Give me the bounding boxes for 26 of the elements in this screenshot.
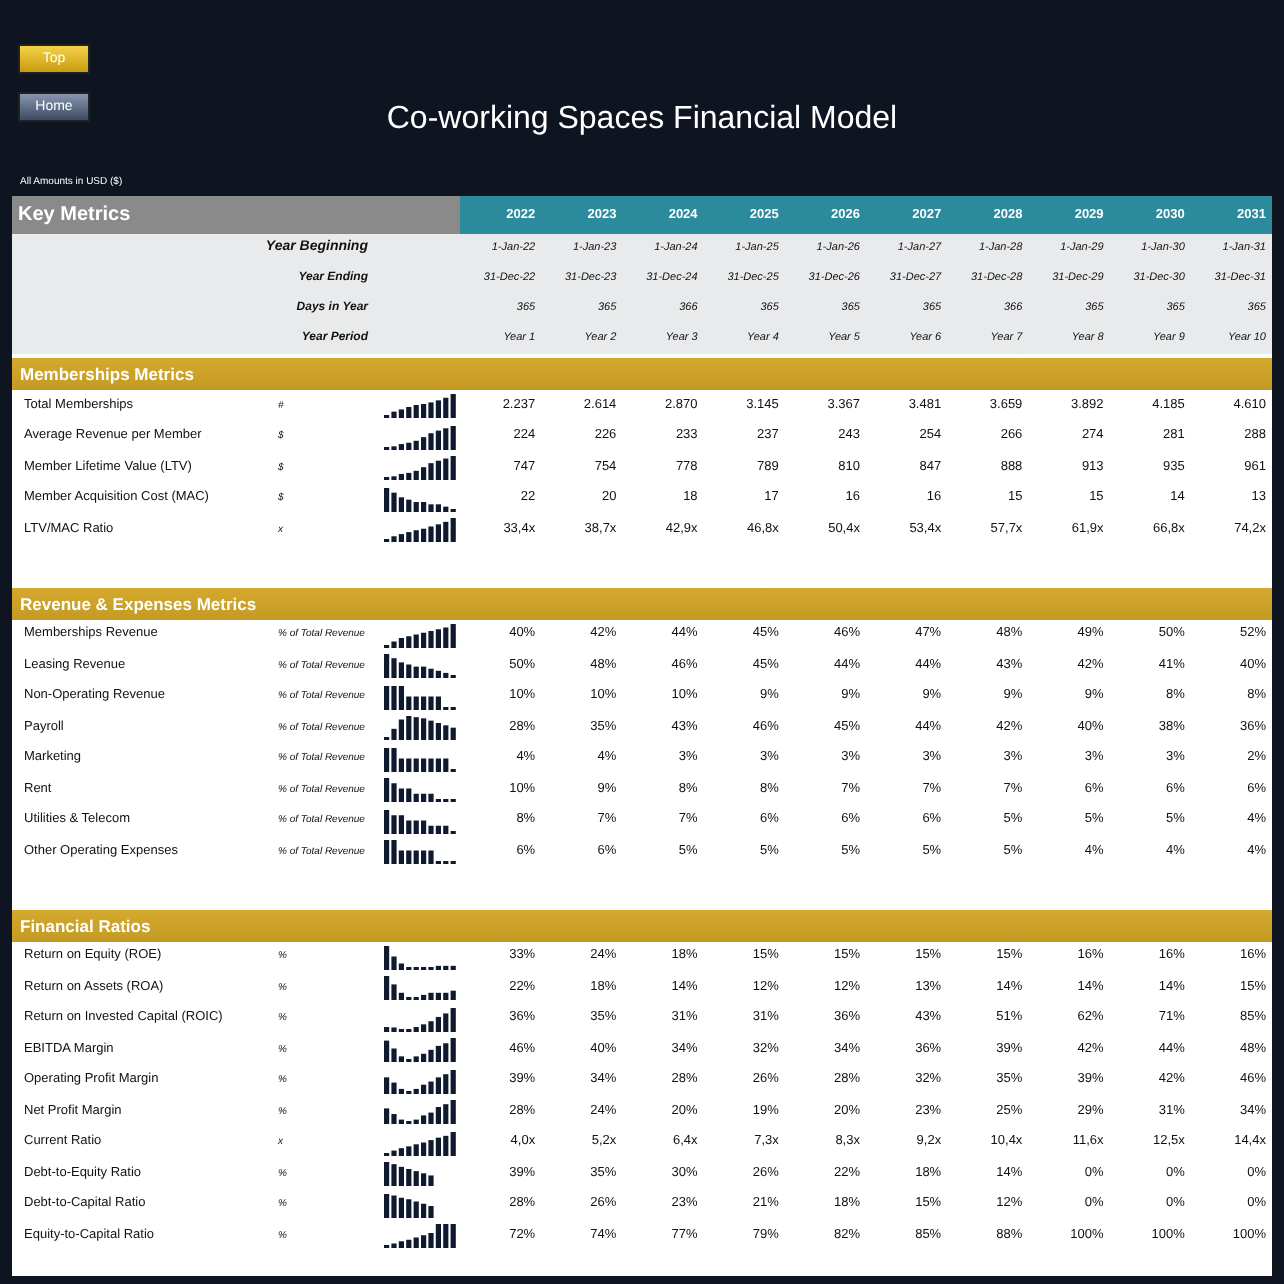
sparkline [382, 516, 458, 543]
section-header: Key Metrics [12, 196, 460, 234]
sparkline [382, 714, 458, 741]
sparkline [382, 1129, 458, 1156]
sparkline [382, 454, 458, 481]
sparkline [382, 745, 458, 772]
sparkline [382, 1067, 458, 1094]
sparkline [382, 1005, 458, 1032]
sparkline [382, 1036, 458, 1063]
sparkline [382, 485, 458, 512]
sparkline [382, 423, 458, 450]
sparkline [382, 974, 458, 1001]
sparkline [382, 776, 458, 803]
sparkline [382, 838, 458, 865]
section-header: Financial Ratios [12, 909, 1272, 941]
sparkline [382, 807, 458, 834]
section-header: Memberships Metrics [12, 358, 1272, 390]
sparkline [382, 943, 458, 970]
sparkline [382, 1098, 458, 1125]
sparkline [382, 652, 458, 679]
section-header: Revenue & Expenses Metrics [12, 587, 1272, 619]
sparkline [382, 1222, 458, 1249]
sparkline [382, 683, 458, 710]
sparkline [382, 621, 458, 648]
page-title: Co-working Spaces Financial Model [386, 102, 898, 136]
sparkline [382, 392, 458, 419]
